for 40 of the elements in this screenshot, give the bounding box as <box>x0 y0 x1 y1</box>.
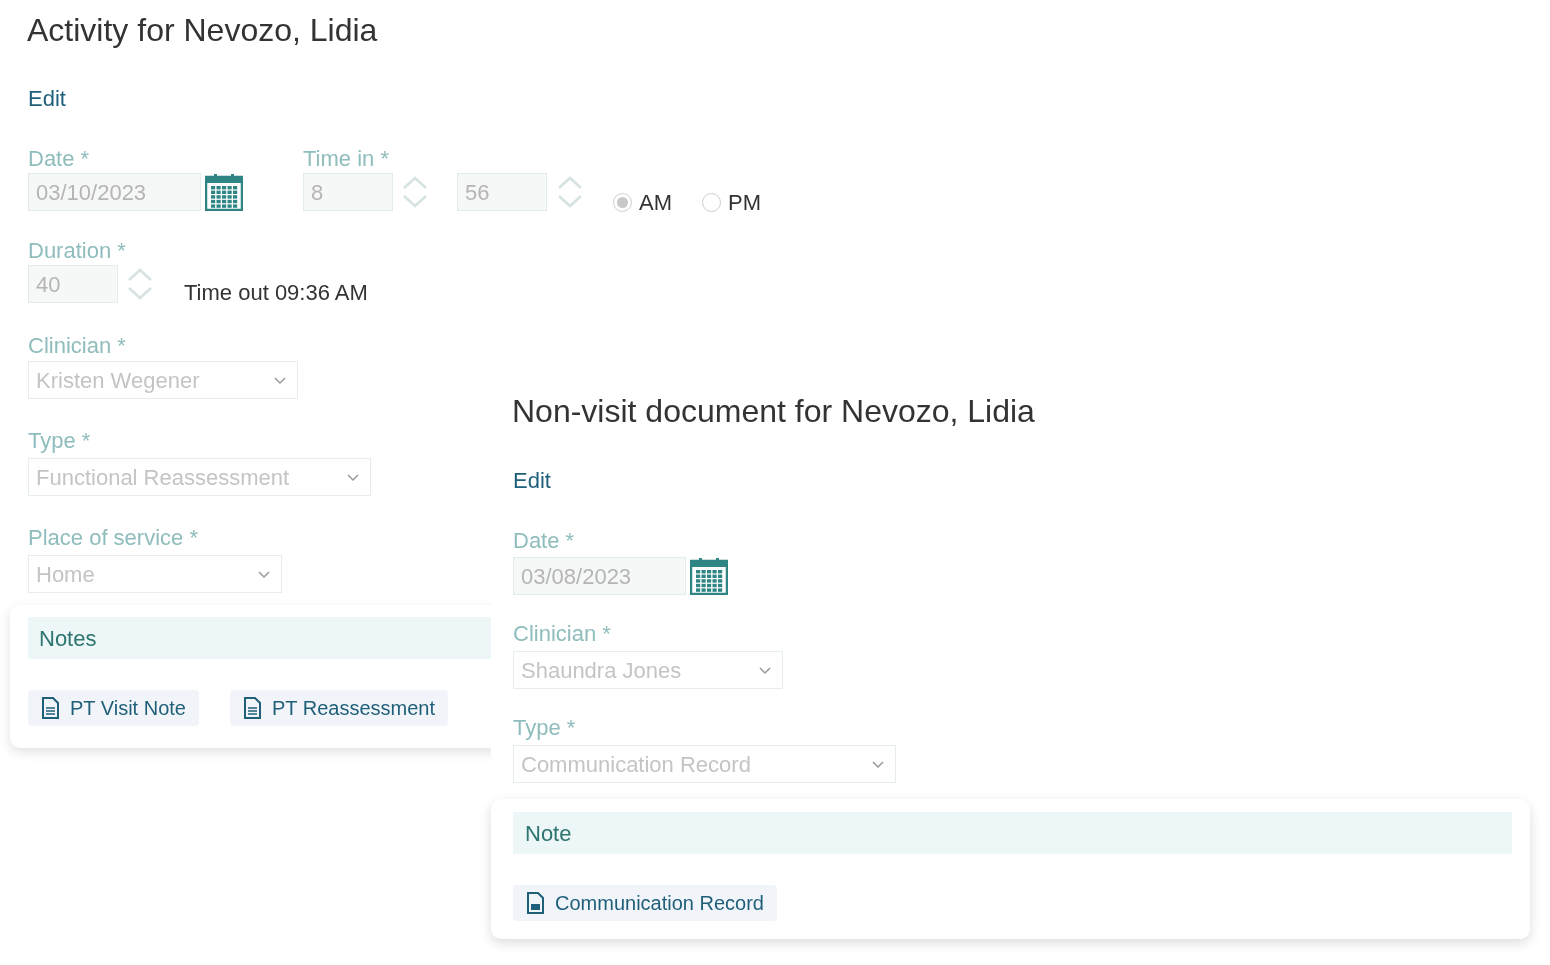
document-button[interactable]: PT Visit Note <box>28 690 199 726</box>
field-label: Time in * <box>303 146 389 172</box>
field-label: Date * <box>513 528 575 554</box>
input-field[interactable]: 03/10/2023 <box>28 173 201 211</box>
input-field[interactable]: 56 <box>457 173 547 211</box>
document-icon <box>243 697 261 719</box>
chevron-down-icon[interactable] <box>871 759 885 769</box>
pdf-file-icon <box>526 892 544 914</box>
field-label: Place of service * <box>28 525 198 551</box>
chevron-down-icon[interactable] <box>273 375 287 385</box>
radio-option[interactable]: PM <box>702 186 761 219</box>
page-title: Activity for Nevozo, Lidia <box>27 11 379 50</box>
select-field[interactable]: Shaundra Jones <box>513 651 783 689</box>
edit-link[interactable]: Edit <box>28 85 66 113</box>
select-field[interactable]: Kristen Wegener <box>28 361 298 399</box>
select-field[interactable]: Home <box>28 555 282 593</box>
field-label: Type * <box>28 428 91 454</box>
chevron-down-icon[interactable] <box>257 569 271 579</box>
select-field[interactable]: Functional Reassessment <box>28 458 371 496</box>
document-button[interactable]: Communication Record <box>513 885 777 921</box>
field-label: Date * <box>28 146 90 172</box>
edit-link[interactable]: Edit <box>513 467 551 495</box>
document-icon <box>41 697 59 719</box>
time-out-text: Time out 09:36 AM <box>184 279 368 307</box>
input-field[interactable]: 40 <box>28 265 118 303</box>
input-field[interactable]: 8 <box>303 173 393 211</box>
document-button[interactable]: PT Reassessment <box>230 690 448 726</box>
calendar-icon[interactable] <box>690 557 728 595</box>
calendar-icon[interactable] <box>205 173 243 211</box>
field-label: Clinician * <box>513 621 611 647</box>
input-field[interactable]: 03/08/2023 <box>513 557 686 595</box>
select-field[interactable]: Communication Record <box>513 745 896 783</box>
panel-title: Non-visit document for Nevozo, Lidia <box>512 392 1036 431</box>
field-label: Type * <box>513 715 576 741</box>
chevron-down-icon[interactable] <box>346 472 360 482</box>
field-label: Duration * <box>28 238 126 264</box>
field-label: Clinician * <box>28 333 126 359</box>
chevron-down-icon[interactable] <box>758 665 772 675</box>
radio-option[interactable]: AM <box>613 186 672 219</box>
note-header: Note <box>513 812 1512 854</box>
